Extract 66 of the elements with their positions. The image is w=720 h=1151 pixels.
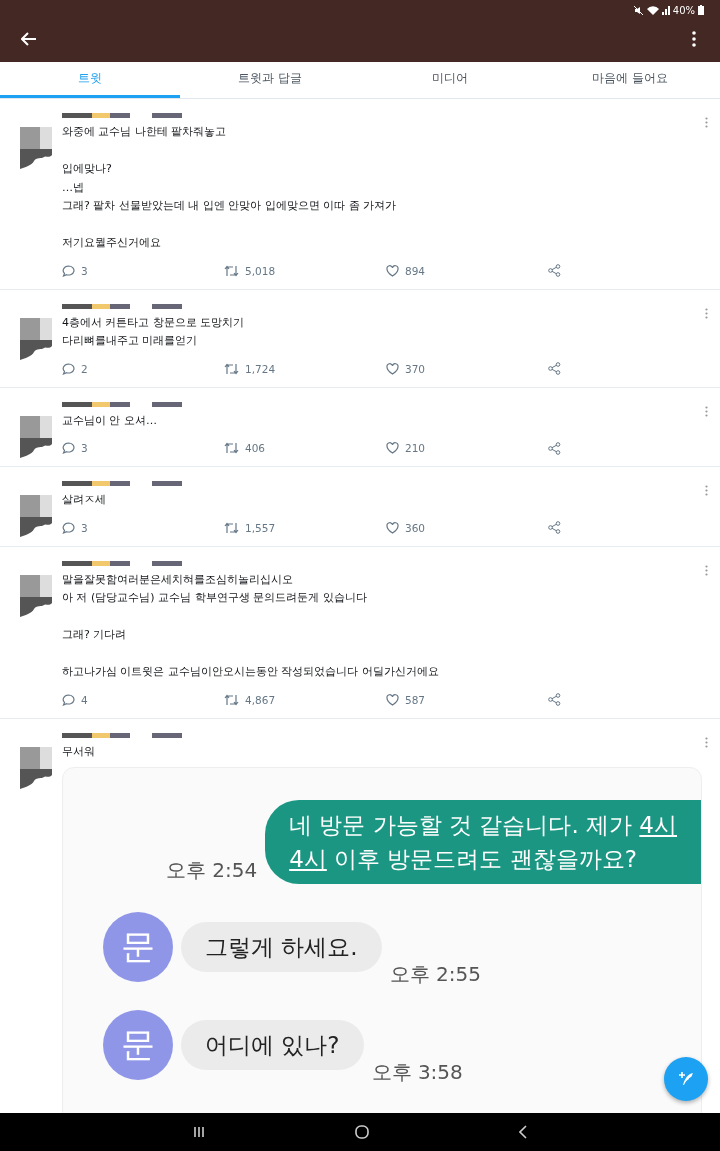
share-icon[interactable] — [548, 264, 561, 277]
message-time: 오후 3:58 — [371, 1059, 463, 1086]
more-options-icon[interactable] — [692, 31, 696, 47]
avatar-icon[interactable] — [20, 415, 52, 458]
mute-icon — [633, 5, 644, 15]
retweet-button[interactable]: 1,724 — [224, 362, 386, 375]
reply-button[interactable]: 3 — [62, 442, 224, 454]
retweet-button[interactable]: 1,557 — [224, 521, 386, 534]
retweet-button[interactable]: 406 — [224, 442, 386, 454]
reply-icon — [62, 693, 75, 706]
received-message-bubble: 어디에 있나? — [181, 1020, 364, 1070]
share-icon[interactable] — [548, 441, 561, 455]
contact-avatar: 문 — [103, 1010, 173, 1080]
reply-button[interactable]: 3 — [62, 264, 224, 277]
message-time: 오후 2:54 — [165, 857, 258, 884]
tweet-text: 무서워 — [62, 743, 96, 760]
tweet-text: 교수님이 안 오셔… — [62, 412, 158, 429]
retweet-icon — [224, 362, 239, 375]
tweet-text: 4층에서 커튼타고 창문으로 도망치기 다리뼈를내주고 미래를얻기 — [62, 314, 246, 349]
avatar-icon[interactable] — [20, 746, 52, 789]
wifi-icon — [646, 5, 659, 15]
retweet-icon — [224, 693, 239, 706]
reply-icon — [62, 442, 75, 454]
reply-button[interactable]: 3 — [62, 521, 224, 534]
like-button[interactable]: 210 — [386, 442, 548, 454]
heart-icon — [386, 521, 399, 534]
reply-button[interactable]: 4 — [62, 693, 224, 706]
reply-icon — [62, 264, 75, 277]
like-button[interactable]: 370 — [386, 362, 548, 375]
home-icon[interactable] — [355, 1125, 369, 1139]
like-button[interactable]: 894 — [386, 264, 548, 277]
tweet-text: 말을잘못함여러분은세치혀를조심히놀리십시오 아 저 (담당교수님) 교수님 학부연구생 문의드려둔게 있습니다 그래? 기다려 하고나가심 이트윗은 교수님이안오시는동안 작성되었습니다 어딜가신거에요 — [62, 571, 440, 680]
sent-message-bubble: 네 방문 가능할 것 같습니다. 제가 4시 4시 이후 방문드려도 괜찮을까요? — [265, 800, 701, 884]
reply-icon — [62, 362, 75, 375]
signal-icon — [661, 5, 670, 15]
heart-icon — [386, 693, 399, 706]
feather-plus-icon — [677, 1071, 695, 1087]
reply-icon — [62, 521, 75, 534]
back-icon[interactable] — [519, 1125, 527, 1139]
like-button[interactable]: 587 — [386, 693, 548, 706]
avatar-icon[interactable] — [20, 574, 52, 617]
heart-icon — [386, 264, 399, 277]
received-message-bubble: 그렇게 하세요. — [181, 922, 382, 972]
battery-icon — [698, 5, 704, 15]
retweet-icon — [224, 521, 239, 534]
retweet-button[interactable]: 4,867 — [224, 693, 386, 706]
share-icon[interactable] — [548, 521, 561, 534]
retweet-button[interactable]: 5,018 — [224, 264, 386, 277]
tweet-text: 와중에 교수님 나한테 팥차줘놓고 입에맞나? …넵 그래? 팥차 선물받았는데 내 입엔 안맞아 입에맞으면 이따 좀 가져가 저기요뭘주신거에요 — [62, 124, 398, 251]
share-icon[interactable] — [548, 362, 561, 375]
reply-button[interactable]: 2 — [62, 362, 224, 375]
retweet-icon — [224, 264, 239, 277]
battery-level: 40% — [672, 4, 695, 16]
share-icon[interactable] — [548, 693, 561, 706]
heart-icon — [386, 442, 399, 454]
like-button[interactable]: 360 — [386, 521, 548, 534]
avatar-icon[interactable] — [20, 495, 52, 537]
back-arrow-icon[interactable] — [21, 32, 37, 46]
contact-avatar: 문 — [103, 912, 173, 982]
avatar-icon[interactable] — [20, 317, 52, 360]
tweet-text: 살려ㅈ세 — [62, 492, 107, 508]
heart-icon — [386, 362, 399, 375]
retweet-icon — [224, 442, 239, 454]
recent-apps-icon[interactable] — [193, 1126, 205, 1138]
message-time: 오후 2:55 — [389, 961, 481, 988]
avatar-icon[interactable] — [20, 127, 52, 169]
